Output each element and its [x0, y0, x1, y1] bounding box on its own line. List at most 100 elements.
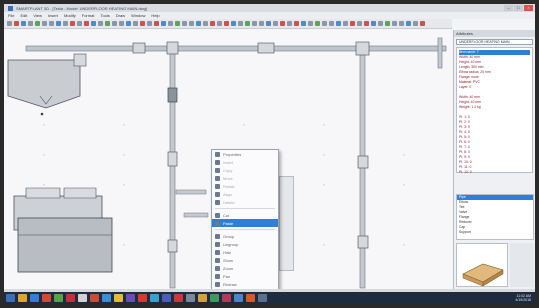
toolbar-button[interactable] [238, 21, 243, 26]
toolbar-button[interactable] [350, 21, 355, 26]
ctx-item[interactable]: Align [212, 190, 278, 198]
app-icon-gray[interactable] [78, 294, 87, 302]
ctx-item[interactable]: Move [212, 174, 278, 182]
property-list[interactable]: Item name: T Width: 40 mm Height: 40 mm Len… [456, 47, 533, 175]
ctx-item[interactable]: Zoom [212, 264, 278, 272]
toolbar-button[interactable] [371, 21, 376, 26]
menu-view[interactable]: View [33, 13, 42, 18]
toolbar-button[interactable] [140, 21, 145, 26]
object-selector[interactable]: UNDERFLOOR HEATING MAIN [456, 39, 533, 45]
app-icon-green[interactable] [210, 294, 219, 302]
menu-tools[interactable]: Tools [100, 13, 109, 18]
toolbar-button[interactable] [420, 21, 425, 26]
close-button[interactable]: × [524, 5, 533, 11]
main-pipe[interactable] [25, 45, 447, 52]
toolbar-button[interactable] [189, 21, 194, 26]
pipe-fitting[interactable] [73, 53, 87, 67]
pipe-fitting[interactable] [167, 239, 178, 253]
toolbar-button[interactable] [21, 21, 26, 26]
toolbar-button[interactable] [210, 21, 215, 26]
toolbar-button[interactable] [70, 21, 75, 26]
app-icon-red[interactable] [174, 294, 183, 302]
menu-insert[interactable]: Insert [48, 13, 58, 18]
app-icon-red[interactable] [66, 294, 75, 302]
app-icon-red[interactable] [138, 294, 147, 302]
menu-draw[interactable]: Draw [116, 13, 125, 18]
menu-file[interactable]: File [8, 13, 14, 18]
toolbar-button[interactable] [63, 21, 68, 26]
toolbar-button[interactable] [322, 21, 327, 26]
app-icon-blue[interactable] [102, 294, 111, 302]
toolbar-button[interactable] [266, 21, 271, 26]
toolbar-button[interactable] [301, 21, 306, 26]
toolbar-button[interactable] [315, 21, 320, 26]
ctx-item[interactable]: Delete [212, 198, 278, 206]
menu-format[interactable]: Format [82, 13, 95, 18]
toolbar-button[interactable] [14, 21, 19, 26]
ctx-item[interactable]: Hide [212, 248, 278, 256]
explorer-icon[interactable] [18, 294, 27, 302]
menu-help[interactable]: Help [151, 13, 159, 18]
toolbar-button[interactable] [273, 21, 278, 26]
library-list[interactable]: Pipe Elbow Tee Valve Flange Reducer Cap Support [456, 194, 534, 240]
toolbar-button[interactable] [28, 21, 33, 26]
property-row[interactable]: Pt. 12: 0 [459, 170, 530, 175]
drawing-canvas[interactable]: Properties Insert Copy Move Rotate Align… [4, 30, 452, 289]
toolbar-button[interactable] [406, 21, 411, 26]
toolbar-button[interactable] [231, 21, 236, 26]
pipe-fitting[interactable] [257, 42, 275, 54]
toolbar-button[interactable] [196, 21, 201, 26]
toolbar-button[interactable] [217, 21, 222, 26]
toolbar-button[interactable] [154, 21, 159, 26]
toolbar-button[interactable] [308, 21, 313, 26]
toolbar-button[interactable] [343, 21, 348, 26]
app-icon-blue[interactable] [234, 294, 243, 302]
toolbar-button[interactable] [147, 21, 152, 26]
browser-icon[interactable] [30, 294, 39, 302]
app-icon-blue[interactable] [162, 294, 171, 302]
branch-pipe[interactable] [183, 212, 209, 218]
pipe-fitting[interactable] [166, 41, 179, 55]
toolbar-button[interactable] [175, 21, 180, 26]
toolbar-button[interactable] [91, 21, 96, 26]
pipe-fitting[interactable] [357, 235, 369, 249]
toolbar-button[interactable] [280, 21, 285, 26]
app-icon-magenta[interactable] [222, 294, 231, 302]
toolbar-button[interactable] [294, 21, 299, 26]
toolbar-button[interactable] [133, 21, 138, 26]
app-icon-green[interactable] [54, 294, 63, 302]
ctx-item[interactable]: Show [212, 256, 278, 264]
app-icon-slate[interactable] [258, 294, 267, 302]
ctx-item[interactable]: Pan [212, 272, 278, 280]
ctx-item[interactable]: Redraw [212, 280, 278, 288]
app-icon-orange[interactable] [90, 294, 99, 302]
toolbar-button[interactable] [287, 21, 292, 26]
app-icon-yellow[interactable] [198, 294, 207, 302]
base-equipment[interactable] [17, 217, 113, 273]
ctx-item[interactable]: Group [212, 232, 278, 240]
toolbar-button[interactable] [168, 21, 173, 26]
start-icon[interactable] [6, 294, 15, 302]
toolbar-button[interactable] [252, 21, 257, 26]
pipe-fitting[interactable] [167, 151, 178, 167]
toolbar-button[interactable] [364, 21, 369, 26]
maximize-button[interactable]: □ [514, 5, 523, 11]
toolbar-button[interactable] [35, 21, 40, 26]
branch-pipe[interactable] [175, 189, 207, 195]
ctx-item[interactable]: Properties [212, 150, 278, 158]
toolbar-button[interactable] [224, 21, 229, 26]
toolbar-button[interactable] [49, 21, 54, 26]
ctx-item[interactable]: Cut [212, 211, 278, 219]
pipe-fitting[interactable] [132, 42, 146, 54]
toolbar-button[interactable] [77, 21, 82, 26]
toolbar-button[interactable] [126, 21, 131, 26]
hopper-equipment[interactable] [7, 59, 81, 109]
toolbar-button[interactable] [7, 21, 12, 26]
app-icon-gray[interactable] [186, 294, 195, 302]
app-icon-orange[interactable] [246, 294, 255, 302]
menu-modify[interactable]: Modify [64, 13, 76, 18]
app-icon-teal[interactable] [150, 294, 159, 302]
toolbar-button[interactable] [413, 21, 418, 26]
toolbar-button[interactable] [84, 21, 89, 26]
toolbar-button[interactable] [245, 21, 250, 26]
